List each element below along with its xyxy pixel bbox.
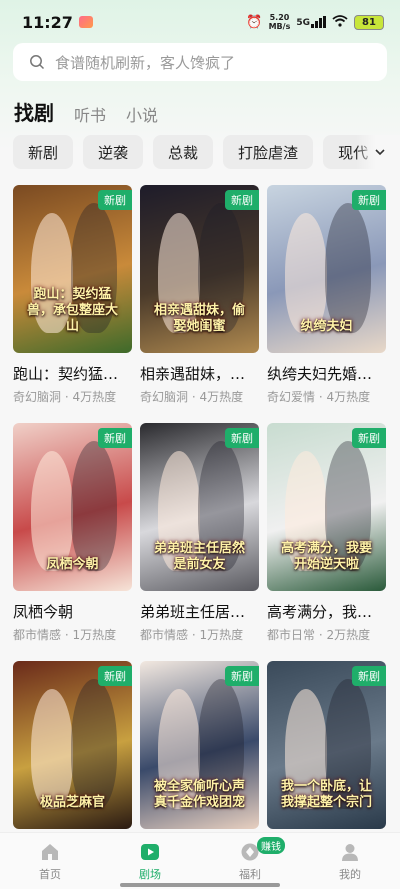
poster-title-text: 凤栖今朝: [46, 557, 99, 572]
home-indicator: [120, 883, 280, 887]
drama-meta: 奇幻脑洞 · 4万热度: [140, 390, 244, 404]
bottom-nav: 首页 剧场 赚钱 福利 我的: [0, 832, 400, 889]
drama-title: 相亲遇甜妹，…: [140, 365, 246, 383]
poster-title-text: 高考满分，我要开始逆天啦: [280, 541, 372, 572]
search-placeholder: 食谱随机刷新，客人馋疯了: [55, 53, 236, 72]
drama-card[interactable]: 新剧 弟弟班主任居然是前女友 弟弟班主任居… 都市情感 · 1万热度: [140, 423, 259, 643]
poster-title-text: 纨绔夫妇: [300, 319, 353, 334]
tab-audiobook[interactable]: 听书: [74, 102, 106, 126]
poster-title-text: 跑山：契约猛兽，承包整座大山: [26, 287, 118, 334]
app-notification-icon: [78, 16, 93, 28]
nav-theater[interactable]: 剧场: [100, 833, 200, 889]
new-drama-badge: 新剧: [352, 666, 386, 686]
drama-card[interactable]: 新剧 跑山：契约猛兽，承包整座大山 跑山：契约猛… 奇幻脑洞 · 4万热度: [13, 185, 132, 405]
drama-title: 弟弟班主任居…: [140, 603, 246, 621]
new-drama-badge: 新剧: [98, 666, 132, 686]
drama-card[interactable]: 新剧 相亲遇甜妹，偷娶她闺蜜 相亲遇甜妹，… 奇幻脑洞 · 4万热度: [140, 185, 259, 405]
new-drama-badge: 新剧: [98, 190, 132, 210]
drama-poster[interactable]: 新剧 相亲遇甜妹，偷娶她闺蜜: [140, 185, 259, 353]
chip-revenge[interactable]: 打脸虐渣: [223, 135, 314, 169]
chevron-down-icon: [375, 149, 385, 156]
expand-chips-button[interactable]: [356, 135, 400, 169]
top-tabs: 找剧 听书 小说: [14, 96, 158, 126]
chip-comeback[interactable]: 逆袭: [83, 135, 144, 169]
drama-poster[interactable]: 新剧 高考满分，我要开始逆天啦: [267, 423, 386, 591]
drama-title: 纨绔夫妇先婚…: [267, 365, 373, 383]
drama-poster[interactable]: 新剧 极品芝麻官: [13, 661, 132, 829]
chip-new[interactable]: 新剧: [13, 135, 74, 169]
home-icon: [42, 844, 58, 860]
new-drama-badge: 新剧: [225, 666, 259, 686]
drama-title: 凤栖今朝: [13, 603, 74, 621]
poster-figure: [31, 451, 73, 571]
tab-novel[interactable]: 小说: [126, 102, 158, 126]
drama-title: 跑山：契约猛…: [13, 365, 119, 383]
category-chips: 新剧 逆袭 总裁 打脸虐渣 现代: [13, 135, 400, 169]
new-drama-badge: 新剧: [225, 190, 259, 210]
drama-meta: 奇幻爱情 · 4万热度: [267, 390, 371, 404]
drama-card[interactable]: 新剧 高考满分，我要开始逆天啦 高考满分，我… 都市日常 · 2万热度: [267, 423, 386, 643]
network-speed: 5.20 MB/s: [268, 13, 291, 31]
battery-icon: 81: [354, 14, 384, 30]
nav-home[interactable]: 首页: [0, 833, 100, 889]
drama-poster[interactable]: 新剧 纨绔夫妇: [267, 185, 386, 353]
drama-poster[interactable]: 新剧 弟弟班主任居然是前女友: [140, 423, 259, 591]
poster-figure: [31, 689, 73, 809]
poster-figure: [285, 213, 327, 333]
status-time: 11:27: [22, 12, 73, 32]
poster-figure: [71, 679, 117, 809]
poster-figure: [71, 441, 117, 571]
drama-poster[interactable]: 新剧 凤栖今朝: [13, 423, 132, 591]
drama-card[interactable]: 新剧 被全家偷听心声 真千金作戏团宠: [140, 661, 259, 843]
drama-meta: 都市情感 · 1万热度: [13, 628, 117, 642]
earn-badge: 赚钱: [257, 837, 285, 854]
drama-card[interactable]: 新剧 我一个卧底，让我撑起整个宗门: [267, 661, 386, 843]
poster-title-text: 弟弟班主任居然是前女友: [153, 541, 245, 572]
search-icon: [30, 55, 45, 70]
cell-signal-icon: 5G: [296, 16, 326, 28]
drama-grid: 新剧 跑山：契约猛兽，承包整座大山 跑山：契约猛… 奇幻脑洞 · 4万热度 新剧…: [13, 185, 387, 843]
wifi-icon: [332, 14, 348, 30]
status-indicators: ⏰ 5.20 MB/s 5G 81: [246, 13, 384, 31]
drama-card[interactable]: 新剧 纨绔夫妇 纨绔夫妇先婚… 奇幻爱情 · 4万热度: [267, 185, 386, 405]
poster-title-text: 被全家偷听心声 真千金作戏团宠: [153, 779, 245, 810]
alarm-icon: ⏰: [246, 14, 263, 30]
drama-card[interactable]: 新剧 凤栖今朝 凤栖今朝 都市情感 · 1万热度: [13, 423, 132, 643]
new-drama-badge: 新剧: [98, 428, 132, 448]
search-bar[interactable]: 食谱随机刷新，客人馋疯了: [13, 43, 387, 81]
nav-welfare[interactable]: 赚钱 福利: [200, 833, 300, 889]
poster-title-text: 我一个卧底，让我撑起整个宗门: [280, 779, 372, 810]
drama-poster[interactable]: 新剧 我一个卧底，让我撑起整个宗门: [267, 661, 386, 829]
drama-meta: 都市情感 · 1万热度: [140, 628, 244, 642]
poster-title-text: 相亲遇甜妹，偷娶她闺蜜: [153, 303, 245, 334]
new-drama-badge: 新剧: [225, 428, 259, 448]
new-drama-badge: 新剧: [352, 428, 386, 448]
tab-find-drama[interactable]: 找剧: [14, 97, 54, 126]
poster-title-text: 极品芝麻官: [39, 795, 105, 810]
drama-poster[interactable]: 新剧 跑山：契约猛兽，承包整座大山: [13, 185, 132, 353]
play-icon: [141, 844, 159, 860]
status-bar: 11:27 ⏰ 5.20 MB/s 5G 81: [0, 0, 400, 44]
drama-meta: 都市日常 · 2万热度: [267, 628, 371, 642]
chip-ceo[interactable]: 总裁: [153, 135, 214, 169]
nav-profile[interactable]: 我的: [300, 833, 400, 889]
drama-card[interactable]: 新剧 极品芝麻官: [13, 661, 132, 843]
drama-poster[interactable]: 新剧 被全家偷听心声 真千金作戏团宠: [140, 661, 259, 829]
drama-meta: 奇幻脑洞 · 4万热度: [13, 390, 117, 404]
poster-figure: [325, 203, 371, 333]
new-drama-badge: 新剧: [352, 190, 386, 210]
drama-title: 高考满分，我…: [267, 603, 373, 621]
profile-icon: [342, 844, 358, 861]
